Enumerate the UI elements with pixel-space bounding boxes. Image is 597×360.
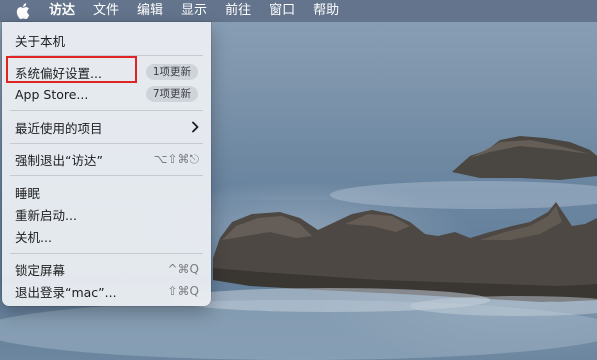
menu-item-shutdown[interactable]: 关机... [2,225,211,247]
apple-logo-icon[interactable] [16,3,30,19]
about-label: 关于本机 [15,33,66,49]
menu-separator [10,143,203,144]
menu-item-force-quit[interactable]: 强制退出“访达” ⌥⇧⌘⎋ [2,148,211,170]
menu-help[interactable]: 帮助 [313,0,339,22]
chevron-right-icon [191,121,199,136]
menu-finder[interactable]: 访达 [49,0,75,22]
menu-file[interactable]: 文件 [93,0,119,22]
recent-items-label: 最近使用的项目 [15,120,103,136]
menu-item-about[interactable]: 关于本机 [2,29,211,51]
menu-bar: 访达 文件 编辑 显示 前往 窗口 帮助 [0,0,597,22]
force-quit-shortcut: ⌥⇧⌘⎋ [153,151,199,166]
menu-item-logout[interactable]: 退出登录“mac”... ⇧⌘Q [2,280,211,302]
lock-screen-label: 锁定屏幕 [15,262,66,278]
menu-separator [10,175,203,176]
menu-item-restart[interactable]: 重新启动... [2,203,211,225]
menu-window[interactable]: 窗口 [269,0,295,22]
menu-separator [10,110,203,111]
update-badge: 1项更新 [145,64,198,80]
menu-item-app-store[interactable]: App Store... 7项更新 [2,83,211,105]
lock-screen-shortcut: ^⌘Q [167,262,200,276]
menu-go[interactable]: 前往 [225,0,251,22]
force-quit-label: 强制退出“访达” [15,152,103,168]
shutdown-label: 关机... [15,229,52,245]
menu-item-sleep[interactable]: 睡眠 [2,181,211,203]
sleep-label: 睡眠 [15,185,41,201]
menu-edit[interactable]: 编辑 [137,0,163,22]
menu-item-recent-items[interactable]: 最近使用的项目 [2,116,211,138]
logout-shortcut: ⇧⌘Q [167,284,200,298]
restart-label: 重新启动... [15,207,77,223]
app-store-label: App Store... [15,86,89,102]
apple-menu-dropdown: 关于本机 系统偏好设置... 1项更新 App Store... 7项更新 最近… [2,22,211,306]
logout-label: 退出登录“mac”... [15,284,117,300]
menu-item-lock-screen[interactable]: 锁定屏幕 ^⌘Q [2,258,211,280]
menu-view[interactable]: 显示 [181,0,207,22]
menu-separator [10,253,203,254]
update-badge: 7项更新 [145,86,198,102]
highlight-annotation-box [6,56,137,83]
